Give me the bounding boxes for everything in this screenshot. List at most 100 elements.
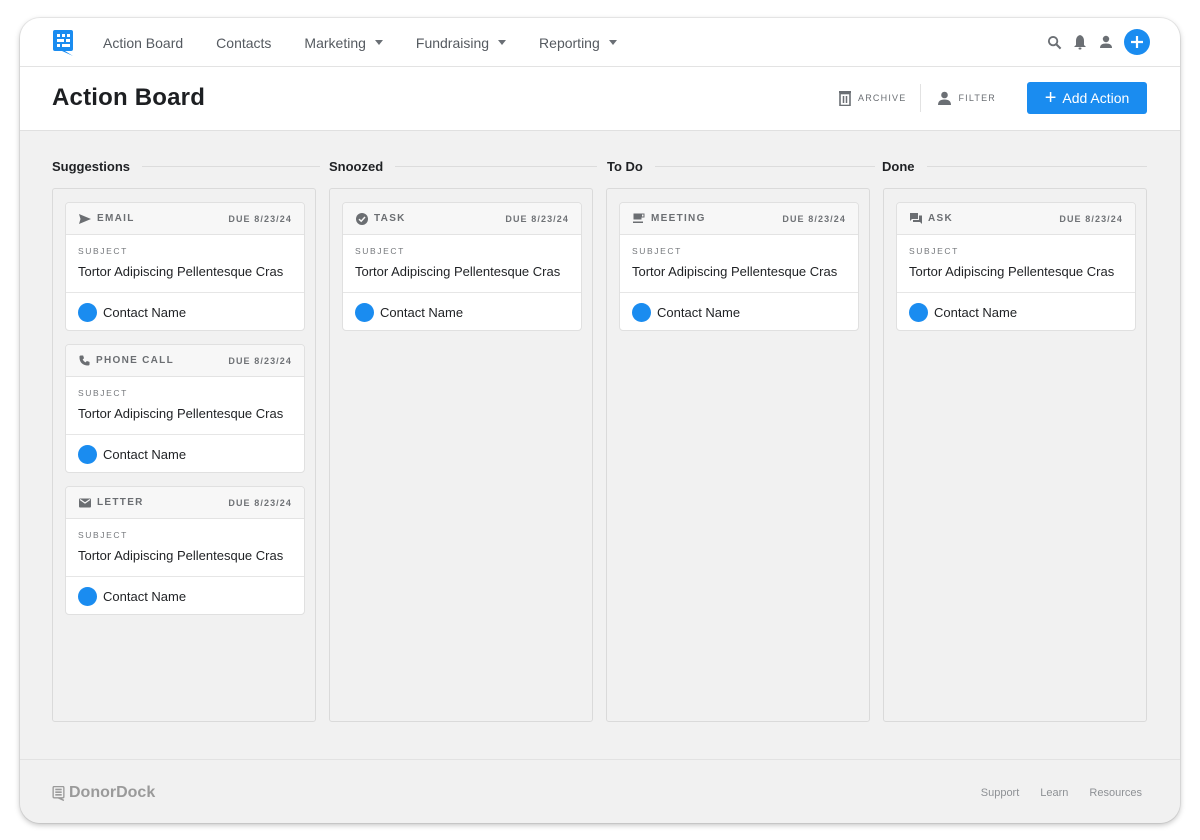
column-header-done: Done xyxy=(882,158,1147,174)
contact-name: Contact Name xyxy=(103,446,187,462)
action-card[interactable]: LETTER DUE 8/23/24 SUBJECT Tortor Adipis… xyxy=(65,486,305,615)
nav-action-board[interactable]: Action Board xyxy=(103,35,183,51)
nav-label: Contacts xyxy=(216,34,272,51)
page-title: Action Board xyxy=(52,84,206,111)
card-header: PHONE CALL DUE 8/23/24 xyxy=(66,345,304,377)
nav-utilities xyxy=(1036,29,1150,55)
card-type-label: EMAIL xyxy=(97,213,135,224)
user-icon[interactable] xyxy=(1098,34,1114,50)
column-header-todo: To Do xyxy=(607,158,875,174)
nav-fundraising[interactable]: Fundraising xyxy=(415,34,507,51)
footer-link-resources[interactable]: Resources xyxy=(1089,787,1142,799)
plus-icon: + xyxy=(1044,87,1057,109)
card-subject-section: SUBJECT Tortor Adipiscing Pellentesque C… xyxy=(66,235,304,293)
card-contact[interactable]: Contact Name xyxy=(343,293,581,330)
main-nav: Action Board Contacts Marketing Fundrais… xyxy=(103,18,650,67)
nav-label: Action Board xyxy=(103,34,184,51)
card-subject-section: SUBJECT Tortor Adipiscing Pellentesque C… xyxy=(343,235,581,293)
card-contact[interactable]: Contact Name xyxy=(66,435,304,472)
action-card[interactable]: ASK DUE 8/23/24 SUBJECT Tortor Adipiscin… xyxy=(896,202,1136,331)
subject-text: Tortor Adipiscing Pellentesque Cras xyxy=(909,264,1115,279)
subject-text: Tortor Adipiscing Pellentesque Cras xyxy=(355,264,561,279)
trash-icon xyxy=(839,91,852,106)
card-header: TASK DUE 8/23/24 xyxy=(343,203,581,235)
column-suggestions[interactable]: EMAIL DUE 8/23/24 SUBJECT Tortor Adipisc… xyxy=(52,188,316,722)
subject-label: SUBJECT xyxy=(78,388,128,398)
phone-icon xyxy=(79,355,90,366)
card-header: MEETING DUE 8/23/24 xyxy=(620,203,858,235)
send-icon xyxy=(79,213,91,224)
avatar xyxy=(355,302,374,322)
card-type: ASK xyxy=(910,213,953,224)
subject-text: Tortor Adipiscing Pellentesque Cras xyxy=(78,548,284,563)
column-todo[interactable]: MEETING DUE 8/23/24 SUBJECT Tortor Adipi… xyxy=(606,188,870,722)
archive-label: ARCHIVE xyxy=(858,93,907,103)
action-card[interactable]: PHONE CALL DUE 8/23/24 SUBJECT Tortor Ad… xyxy=(65,344,305,473)
brand-name: DonorDock xyxy=(69,784,156,801)
due-date: DUE 8/23/24 xyxy=(228,213,292,224)
contact-name: Contact Name xyxy=(103,588,187,604)
contact-name: Contact Name xyxy=(380,304,464,320)
caret-down-icon xyxy=(374,40,383,45)
search-icon[interactable] xyxy=(1046,34,1062,50)
divider xyxy=(654,165,875,167)
archive-button[interactable]: ARCHIVE xyxy=(838,90,906,106)
due-date: DUE 8/23/24 xyxy=(782,213,846,224)
card-subject-section: SUBJECT Tortor Adipiscing Pellentesque C… xyxy=(66,377,304,435)
column-snoozed[interactable]: TASK DUE 8/23/24 SUBJECT Tortor Adipisci… xyxy=(329,188,593,722)
card-subject-section: SUBJECT Tortor Adipiscing Pellentesque C… xyxy=(66,519,304,577)
nav-reporting[interactable]: Reporting xyxy=(539,35,617,51)
due-date: DUE 8/23/24 xyxy=(1059,213,1123,224)
card-contact[interactable]: Contact Name xyxy=(66,293,304,330)
plus-circle-icon[interactable] xyxy=(1124,29,1150,55)
contact-name: Contact Name xyxy=(657,304,741,320)
add-action-label: Add Action xyxy=(1062,90,1130,106)
card-type: MEETING xyxy=(633,213,706,224)
subject-text: Tortor Adipiscing Pellentesque Cras xyxy=(632,264,838,279)
card-type-label: PHONE CALL xyxy=(96,355,174,366)
due-date: DUE 8/23/24 xyxy=(228,355,292,366)
subject-label: SUBJECT xyxy=(632,246,682,256)
avatar xyxy=(78,586,97,606)
action-card[interactable]: TASK DUE 8/23/24 SUBJECT Tortor Adipisci… xyxy=(342,202,582,331)
divider xyxy=(926,165,1147,167)
action-card[interactable]: MEETING DUE 8/23/24 SUBJECT Tortor Adipi… xyxy=(619,202,859,331)
due-date: DUE 8/23/24 xyxy=(228,497,292,508)
footer-link-learn[interactable]: Learn xyxy=(1040,787,1068,799)
action-card[interactable]: EMAIL DUE 8/23/24 SUBJECT Tortor Adipisc… xyxy=(65,202,305,331)
subject-label: SUBJECT xyxy=(355,246,405,256)
divider xyxy=(395,165,597,167)
footer-links: Support Learn Resources xyxy=(960,787,1142,799)
card-contact[interactable]: Contact Name xyxy=(66,577,304,614)
page-header: Action Board ARCHIVE FILTER + Add Action xyxy=(20,67,1180,131)
contact-name: Contact Name xyxy=(934,304,1018,320)
card-contact[interactable]: Contact Name xyxy=(620,293,858,330)
filter-button[interactable]: FILTER xyxy=(937,91,996,105)
bell-icon[interactable] xyxy=(1072,34,1088,50)
filter-label: FILTER xyxy=(958,93,996,103)
card-type-label: LETTER xyxy=(97,497,144,508)
donordock-logo-icon[interactable] xyxy=(52,29,74,57)
column-done[interactable]: ASK DUE 8/23/24 SUBJECT Tortor Adipiscin… xyxy=(883,188,1147,722)
nav-contacts[interactable]: Contacts xyxy=(216,35,271,51)
column-title: Snoozed xyxy=(329,158,384,174)
nav-marketing[interactable]: Marketing xyxy=(304,35,383,51)
nav-label: Fundraising xyxy=(415,34,490,51)
caret-down-icon xyxy=(608,40,617,45)
contact-name: Contact Name xyxy=(103,304,187,320)
footer-brand[interactable]: DonorDock xyxy=(52,784,155,802)
subject-text: Tortor Adipiscing Pellentesque Cras xyxy=(78,406,284,421)
chat-icon xyxy=(910,213,922,224)
caret-down-icon xyxy=(498,40,507,45)
subject-label: SUBJECT xyxy=(909,246,959,256)
card-type-label: ASK xyxy=(928,213,954,224)
card-subject-section: SUBJECT Tortor Adipiscing Pellentesque C… xyxy=(897,235,1135,293)
footer-link-support[interactable]: Support xyxy=(981,787,1020,799)
card-type: LETTER xyxy=(79,497,144,508)
column-header-suggestions: Suggestions xyxy=(52,158,320,174)
coffee-icon xyxy=(633,213,645,223)
add-action-button[interactable]: + Add Action xyxy=(1027,82,1147,114)
card-contact[interactable]: Contact Name xyxy=(897,293,1135,330)
subject-label: SUBJECT xyxy=(78,246,128,256)
column-header-snoozed: Snoozed xyxy=(329,158,597,174)
